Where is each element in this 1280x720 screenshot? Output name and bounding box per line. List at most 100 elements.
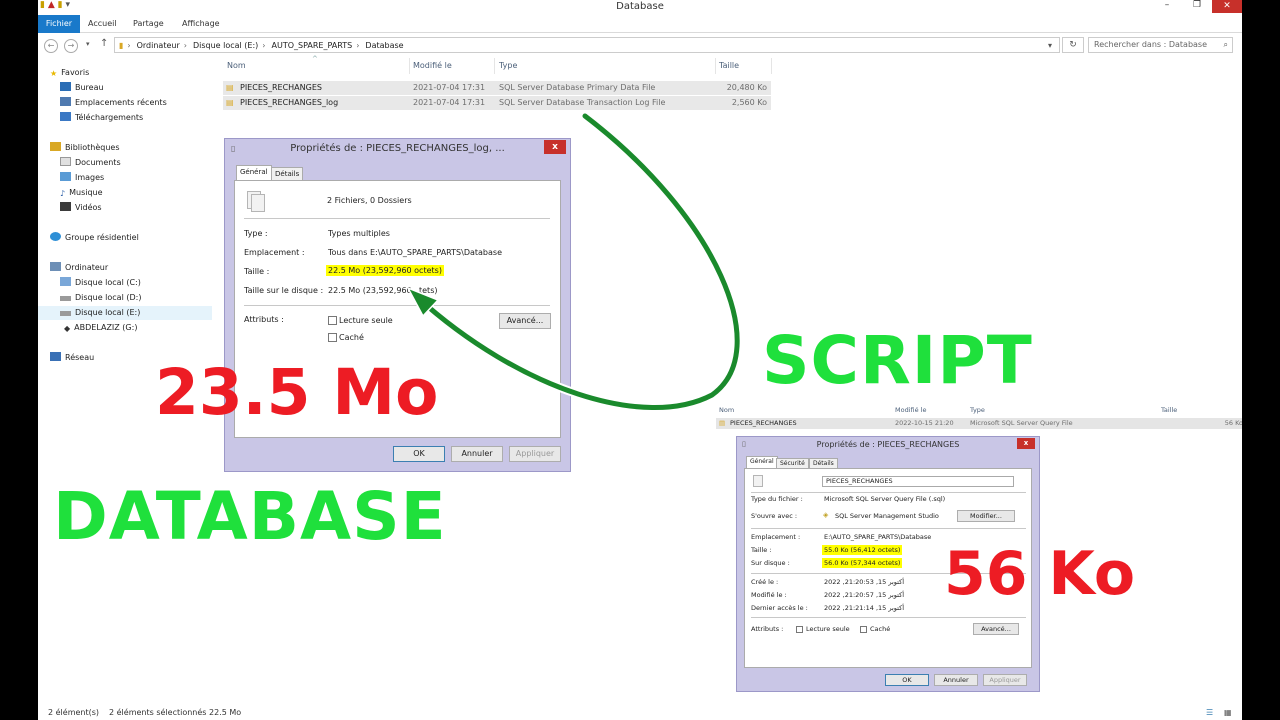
recent-dropdown-icon[interactable]: ▾ [86, 40, 90, 48]
computer-icon [50, 262, 61, 271]
readonly-checkbox[interactable] [328, 316, 337, 325]
column-header-nom-script[interactable]: Nom [716, 404, 734, 416]
tab-fichier[interactable]: Fichier [38, 15, 80, 33]
network-icon [50, 352, 61, 361]
nav-musique[interactable]: ♪ Musique [60, 186, 103, 200]
nav-bibliotheques[interactable]: Bibliothèques [50, 141, 120, 155]
nav-disque-d[interactable]: Disque local (D:) [60, 291, 141, 305]
divider [244, 305, 550, 306]
chevron-right-icon[interactable]: › [184, 41, 187, 50]
nav-bureau[interactable]: Bureau [60, 81, 104, 95]
file-name-input[interactable]: PIECES_RECHANGES [822, 476, 1014, 487]
crumb-database[interactable]: Database [365, 41, 403, 50]
chevron-right-icon[interactable]: › [356, 41, 359, 50]
dialog-close-button[interactable]: x [544, 140, 566, 154]
location-label: Emplacement : [244, 248, 305, 257]
apply-button[interactable]: Appliquer [983, 674, 1027, 686]
nav-emplacements-recents[interactable]: Emplacements récents [60, 96, 167, 110]
nav-abdelaziz-g[interactable]: ◆ ABDELAZIZ (G:) [64, 321, 137, 335]
chevron-right-icon[interactable]: › [127, 41, 130, 50]
folder-icon: ▮ [119, 40, 124, 50]
filetype-value: Microsoft SQL Server Query File (.sql) [824, 495, 946, 503]
window-title: Database [616, 1, 664, 12]
tab-securite[interactable]: Sécurité [776, 458, 809, 468]
nav-reseau[interactable]: Réseau [50, 351, 94, 365]
ok-button[interactable]: OK [393, 446, 445, 462]
search-input[interactable]: Rechercher dans : Database ⌕ [1088, 37, 1233, 53]
column-header-taille[interactable]: Taille [715, 58, 772, 74]
chevron-down-icon[interactable]: ▾ [1048, 41, 1052, 50]
tab-affichage[interactable]: Affichage [176, 15, 226, 33]
nav-ordinateur[interactable]: Ordinateur [50, 261, 108, 275]
refresh-button[interactable]: ↻ [1062, 37, 1084, 53]
videos-icon [60, 202, 71, 211]
back-button[interactable]: ← [44, 39, 58, 53]
tab-accueil[interactable]: Accueil [82, 15, 123, 33]
sort-chevron-icon: ^ [312, 55, 318, 63]
nav-groupe-residentiel[interactable]: Groupe résidentiel [50, 231, 139, 245]
tab-general[interactable]: Général [236, 165, 272, 180]
crumb-ordinateur[interactable]: Ordinateur [137, 41, 180, 50]
nav-telechargements[interactable]: Téléchargements [60, 111, 143, 125]
created-label: Créé le : [751, 578, 779, 586]
column-header-type[interactable]: Type [495, 58, 716, 74]
table-row[interactable]: ▤ PIECES_RECHANGES 2021-07-04 17:31 SQL … [223, 81, 771, 95]
crumb-auto-spare-parts[interactable]: AUTO_SPARE_PARTS [272, 41, 353, 50]
address-row: ← → ▾ ↑ ▮ › Ordinateur › Disque local (E… [38, 33, 1242, 57]
nav-images[interactable]: Images [60, 171, 104, 185]
maximize-button[interactable]: ❐ [1188, 0, 1206, 10]
database-file-icon: ▤ [226, 98, 234, 107]
type-label: Type : [244, 229, 268, 238]
apply-button[interactable]: Appliquer [509, 446, 561, 462]
nav-disque-e[interactable]: Disque local (E:) [38, 306, 212, 320]
hidden-checkbox[interactable] [860, 626, 867, 633]
column-header-type-script[interactable]: Type [967, 404, 985, 416]
tab-general[interactable]: Général [746, 456, 778, 468]
accessed-value: 2022 ,أكتوبر 15, 21:21:14 [824, 604, 904, 612]
chevron-right-icon[interactable]: › [262, 41, 265, 50]
selection-summary: 2 Fichiers, 0 Dossiers [327, 196, 412, 205]
cancel-button[interactable]: Annuler [934, 674, 978, 686]
recent-places-icon [60, 97, 71, 106]
modify-button[interactable]: Modifier... [957, 510, 1015, 522]
minimize-button[interactable]: – [1158, 0, 1176, 10]
column-header-modifie[interactable]: Modifié le [409, 58, 495, 74]
file-name: PIECES_RECHANGES [240, 83, 322, 92]
close-button[interactable]: ✕ [1212, 0, 1242, 13]
crumb-disque-e[interactable]: Disque local (E:) [193, 41, 258, 50]
up-arrow-icon[interactable]: ↑ [100, 38, 108, 49]
column-header-taille-script[interactable]: Taille [1158, 404, 1177, 416]
size-value: 55.0 Ko (56,412 octets) [822, 545, 903, 555]
advanced-button[interactable]: Avancé... [973, 623, 1019, 635]
table-row[interactable]: ▤ PIECES_RECHANGES_log 2021-07-04 17:31 … [223, 96, 771, 110]
modified-value: 2022 ,أكتوبر 15, 21:20:57 [824, 591, 904, 599]
dialog-close-button[interactable]: x [1017, 438, 1035, 449]
tab-details[interactable]: Détails [271, 167, 304, 180]
breadcrumb[interactable]: ▮ › Ordinateur › Disque local (E:) › AUT… [114, 37, 1060, 53]
images-icon [60, 172, 71, 181]
details-view-icon[interactable]: ☰ [1206, 706, 1213, 720]
database-caption: DATABASE [53, 478, 447, 555]
hidden-label: Caché [870, 625, 891, 633]
nav-documents[interactable]: Documents [60, 156, 121, 170]
tab-details[interactable]: Détails [809, 458, 838, 468]
disk-size-value: 56.0 Ko (57,344 octets) [822, 558, 903, 568]
hidden-checkbox[interactable] [328, 333, 337, 342]
drive-icon [60, 311, 71, 316]
advanced-button[interactable]: Avancé... [499, 313, 551, 329]
database-size-caption: 23.5 Mo [155, 356, 439, 429]
cancel-button[interactable]: Annuler [451, 446, 503, 462]
tiles-view-icon[interactable]: ▦ [1224, 706, 1232, 720]
nav-videos[interactable]: Vidéos [60, 201, 102, 215]
column-header-modifie-script[interactable]: Modifié le [892, 404, 926, 416]
nav-disque-c[interactable]: Disque local (C:) [60, 276, 141, 290]
title-bar: ▮ ▲ ▮ ▾ Database – ❐ ✕ [38, 0, 1242, 13]
nav-favoris[interactable]: ★ Favoris [50, 66, 89, 80]
file-type: SQL Server Database Primary Data File [499, 83, 656, 92]
forward-button[interactable]: → [64, 39, 78, 53]
readonly-checkbox[interactable] [796, 626, 803, 633]
ok-button[interactable]: OK [885, 674, 929, 686]
table-row[interactable]: ▤ PIECES_RECHANGES 2022-10-15 21:20 Micr… [716, 418, 1242, 429]
tab-partage[interactable]: Partage [127, 15, 170, 33]
search-icon[interactable]: ⌕ [1224, 38, 1228, 52]
